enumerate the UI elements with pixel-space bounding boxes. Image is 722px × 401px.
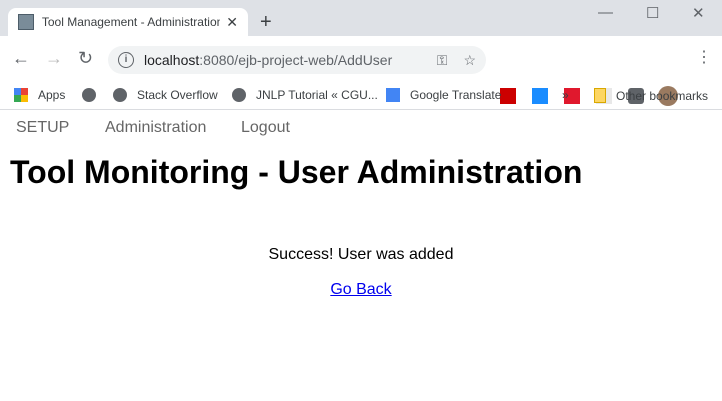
address-bar[interactable]: i localhost:8080/ejb-project-web/AddUser… xyxy=(108,46,486,74)
bookmark-globe[interactable] xyxy=(82,88,106,102)
bookmark-label: JNLP Tutorial « CGU... xyxy=(256,88,378,102)
more-icon[interactable]: ⋮ xyxy=(696,48,712,68)
url-path: :8080/ejb-project-web/AddUser xyxy=(199,52,393,68)
back-icon[interactable]: ← xyxy=(12,48,30,68)
folder-icon xyxy=(594,88,606,103)
other-bookmarks[interactable]: Other bookmarks xyxy=(594,88,708,103)
star-icon[interactable]: ☆ xyxy=(463,52,476,69)
close-window-icon[interactable]: ✕ xyxy=(692,4,705,22)
globe-icon xyxy=(113,88,127,102)
menu-setup[interactable]: SETUP xyxy=(16,119,69,137)
tab-strip: Tool Management - Administration ✕ + — ☐… xyxy=(0,0,722,36)
page-title: Tool Monitoring - User Administration xyxy=(10,154,583,190)
key-icon[interactable]: ⚿ xyxy=(437,52,448,69)
browser-tab[interactable]: Tool Management - Administration ✕ xyxy=(8,8,248,36)
globe-icon xyxy=(82,88,96,102)
go-back-container: Go Back xyxy=(0,281,722,299)
url-text[interactable]: localhost:8080/ejb-project-web/AddUser xyxy=(144,52,421,68)
new-tab-icon[interactable]: + xyxy=(260,12,272,32)
go-back-link[interactable]: Go Back xyxy=(330,281,391,298)
google-translate-icon xyxy=(386,88,400,102)
close-tab-icon[interactable]: ✕ xyxy=(226,14,238,31)
menu-logout[interactable]: Logout xyxy=(241,119,290,137)
apps-icon xyxy=(14,88,28,102)
bookmark-google-translate[interactable]: Google Translate xyxy=(386,88,501,102)
bookmark-apps[interactable]: Apps xyxy=(14,88,65,102)
maximize-icon[interactable]: ☐ xyxy=(646,4,659,22)
url-host: localhost xyxy=(144,52,200,68)
globe-icon xyxy=(232,88,246,102)
overflow-icon: » xyxy=(562,88,569,102)
bookmarks-overflow[interactable]: » xyxy=(562,88,569,102)
bookmark-jnlp[interactable]: JNLP Tutorial « CGU... xyxy=(232,88,378,102)
success-message: Success! User was added xyxy=(268,246,454,263)
bookmark-label: Other bookmarks xyxy=(616,88,709,103)
favicon-icon xyxy=(18,14,34,30)
bookmark-label: Stack Overflow xyxy=(137,88,218,102)
bookmark-label: Google Translate xyxy=(410,88,502,102)
bookmark-label: Apps xyxy=(38,88,66,102)
forward-icon[interactable]: → xyxy=(45,48,63,68)
tab-title: Tool Management - Administration xyxy=(41,15,221,29)
info-icon[interactable]: i xyxy=(118,52,134,68)
bookmarks-bar: Apps Stack Overflow JNLP Tutorial « CGU.… xyxy=(0,80,722,110)
bookmark-stack-overflow[interactable]: Stack Overflow xyxy=(113,88,218,102)
menu-administration[interactable]: Administration xyxy=(105,119,206,137)
reload-icon[interactable]: ↻ xyxy=(78,48,93,68)
minimize-icon[interactable]: — xyxy=(598,4,613,21)
